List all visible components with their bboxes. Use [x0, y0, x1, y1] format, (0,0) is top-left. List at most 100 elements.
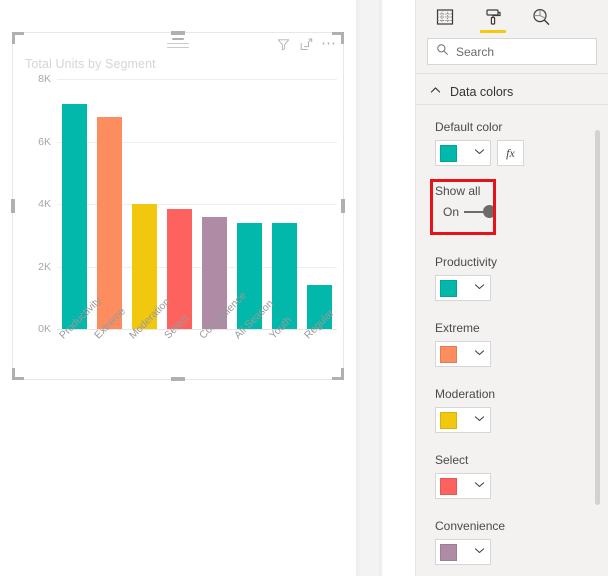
pane-tabs [416, 0, 608, 34]
series-color-group: Moderation [435, 387, 495, 433]
series-color-label: Select [435, 453, 469, 467]
drag-handle-icon[interactable] [167, 38, 189, 50]
default-color-swatch [440, 144, 457, 162]
resize-handle-bottom-left[interactable] [12, 368, 24, 380]
show-all-label: Show all [435, 184, 481, 198]
x-axis-tick: Convenience [197, 290, 249, 379]
pane-divider-top [416, 73, 608, 74]
fields-tab[interactable] [430, 2, 460, 32]
default-color-label: Default color [435, 120, 503, 134]
bar-slot[interactable] [162, 79, 197, 329]
bar-slot[interactable] [92, 79, 127, 329]
chevron-down-icon [474, 345, 485, 363]
pane-body: Default color fx Show all On Productivit… [416, 105, 608, 576]
series-color-label: Productivity [435, 255, 498, 269]
series-color-label: Moderation [435, 387, 496, 401]
default-color-picker[interactable] [435, 140, 491, 166]
search-placeholder: Search [456, 44, 495, 59]
x-axis-tick: All Season [232, 298, 276, 379]
series-color-picker[interactable] [435, 275, 491, 301]
chevron-down-icon [474, 477, 485, 495]
bar-slot[interactable] [197, 79, 232, 329]
chevron-down-icon [474, 543, 485, 561]
x-axis: Productivity Extreme Moderation Select Conve… [57, 290, 337, 379]
canvas-gutter-inner [359, 0, 379, 576]
chart-bar[interactable] [96, 116, 123, 329]
resize-handle-top[interactable] [171, 31, 185, 35]
series-color-swatch [440, 477, 457, 495]
show-all-toggle[interactable] [464, 205, 497, 219]
y-axis-tick-label: 4K [38, 198, 51, 210]
default-color-row: fx [435, 140, 524, 166]
chart-bars [57, 79, 337, 329]
series-color-group: Productivity [435, 255, 497, 301]
resize-handle-bottom[interactable] [171, 377, 185, 381]
y-axis: 0K 2K 4K 6K 8K [13, 73, 57, 335]
format-tab-underline [480, 30, 506, 33]
chart-plot-area: 0K 2K 4K 6K 8K Productivity Extreme Moderation… [13, 73, 345, 379]
search-input[interactable]: Search [427, 38, 597, 65]
series-color-row [435, 473, 491, 499]
series-color-picker[interactable] [435, 341, 491, 367]
default-color-fx-button[interactable]: fx [497, 140, 524, 166]
bar-slot[interactable] [127, 79, 162, 329]
chevron-down-icon [474, 144, 485, 162]
chart-bar[interactable] [271, 222, 298, 329]
resize-handle-top-left[interactable] [12, 32, 24, 44]
chevron-up-icon [430, 83, 441, 101]
x-axis-tick: Youth [267, 314, 302, 379]
canvas-gutter [356, 0, 382, 576]
report-canvas[interactable]: ⋯ Total Units by Segment 0K 2K 4K 6K 8K Prod… [0, 0, 356, 576]
series-color-group: Select [435, 453, 491, 499]
resize-handle-bottom-right[interactable] [332, 368, 344, 380]
resize-handle-right[interactable] [341, 199, 345, 213]
focus-mode-icon[interactable] [298, 36, 314, 52]
show-all-group: Show all On [435, 184, 497, 219]
series-color-row [435, 539, 505, 565]
panel-gap [382, 0, 415, 576]
series-color-label: Extreme [435, 321, 480, 335]
visual-title: Total Units by Segment [25, 57, 156, 71]
series-color-swatch [440, 345, 457, 363]
pane-scrollbar[interactable] [595, 130, 600, 505]
series-color-group: Convenience [435, 519, 505, 565]
series-color-group: Extreme [435, 321, 491, 367]
bar-slot[interactable] [57, 79, 92, 329]
chevron-down-icon [474, 411, 485, 429]
power-bi-report-screen: ⋯ Total Units by Segment 0K 2K 4K 6K 8K Prod… [0, 0, 608, 576]
y-axis-tick-label: 6K [38, 135, 51, 148]
x-axis-tick: Select [162, 312, 197, 379]
series-color-swatch [440, 411, 457, 429]
series-color-picker[interactable] [435, 539, 491, 565]
visual-header: ⋯ [13, 33, 343, 55]
chart-bar[interactable] [61, 104, 88, 329]
bar-slot[interactable] [302, 79, 337, 329]
series-color-label: Convenience [435, 519, 506, 533]
y-axis-tick-label: 2K [38, 260, 51, 273]
filter-icon[interactable] [275, 36, 291, 52]
series-color-row [435, 341, 491, 367]
show-all-toggle-row[interactable]: On [435, 205, 497, 219]
resize-handle-top-right[interactable] [332, 32, 344, 44]
data-colors-section-header[interactable]: Data colors [430, 83, 513, 101]
bar-chart-visual[interactable]: ⋯ Total Units by Segment 0K 2K 4K 6K 8K Prod… [11, 31, 345, 381]
y-axis-tick-label: 0K [38, 323, 51, 335]
format-tab[interactable] [478, 2, 508, 33]
series-color-swatch [440, 279, 457, 297]
visualizations-format-pane: Search Data colors Default color fx Show… [415, 0, 608, 576]
resize-handle-left[interactable] [11, 199, 15, 213]
chart-bars-container [57, 79, 337, 329]
search-icon [436, 43, 449, 61]
x-axis-tick: Moderation [127, 296, 173, 379]
bar-slot[interactable] [267, 79, 302, 329]
section-title: Data colors [450, 85, 514, 99]
analytics-tab[interactable] [526, 2, 556, 32]
series-color-picker[interactable] [435, 407, 491, 433]
series-color-picker[interactable] [435, 473, 491, 499]
series-color-row [435, 275, 497, 301]
y-axis-tick-label: 8K [38, 73, 51, 85]
chart-bar[interactable] [166, 208, 193, 329]
x-axis-tick: Productivity [57, 295, 104, 379]
chevron-down-icon [474, 279, 485, 297]
visual-actions: ⋯ [275, 36, 337, 52]
